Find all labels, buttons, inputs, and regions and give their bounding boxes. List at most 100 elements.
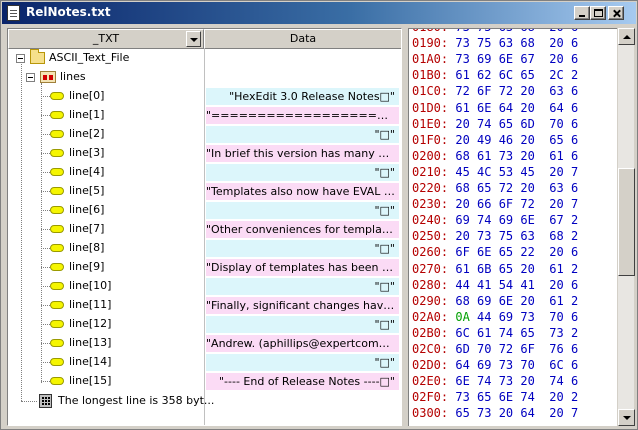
tree-row-line[interactable]: line[4] "□" (8, 163, 401, 182)
hex-row[interactable]: 0270: 61 6B 65 20 61 2 (412, 262, 578, 278)
hex-bytes[interactable]: 69 74 69 6E 67 2 (455, 213, 578, 227)
hex-bytes[interactable]: 61 6B 65 20 61 2 (455, 262, 578, 276)
tree-row-line[interactable]: line[6] "□" (8, 201, 401, 220)
hex-row[interactable]: 0230: 20 66 6F 72 20 7 (412, 197, 578, 213)
tree-row-footer[interactable]: The longest line is 358 byt... (8, 391, 401, 413)
tree-row-line[interactable]: line[11] "Finally, significant changes ha… (8, 296, 401, 315)
hex-bytes[interactable]: 20 66 6F 72 20 7 (455, 197, 578, 211)
collapse-icon[interactable] (16, 54, 25, 63)
tree-row-line[interactable]: line[0] "HexEdit 3.0 Release Notes□" (8, 87, 401, 106)
hex-bytes[interactable]: 73 69 6E 67 20 6 (455, 52, 578, 66)
tree-row-line[interactable]: line[8] "□" (8, 239, 401, 258)
tree-line-value[interactable]: "□" (206, 278, 399, 295)
hex-row[interactable]: 01B0: 61 62 6C 65 2C 2 (412, 68, 578, 84)
hex-row[interactable]: 0280: 44 41 54 41 20 6 (412, 278, 578, 294)
hex-row[interactable]: 01A0: 73 69 6E 67 20 6 (412, 52, 578, 68)
scrollbar-thumb[interactable] (618, 168, 635, 276)
hex-row[interactable]: 0250: 20 73 75 63 68 2 (412, 229, 578, 245)
tree-row-line[interactable]: line[1] "=============================... (8, 106, 401, 125)
hex-row[interactable]: 01E0: 20 74 65 6D 70 6 (412, 117, 578, 133)
hex-row[interactable]: 0180: 73 75 63 68 20 6 (412, 29, 578, 36)
hex-bytes[interactable]: 64 69 73 70 6C 6 (455, 358, 578, 372)
hex-bytes[interactable]: 68 69 6E 20 61 2 (455, 294, 578, 308)
tree-line-value[interactable]: "□" (206, 126, 399, 143)
vertical-scrollbar[interactable] (617, 28, 635, 426)
tree-row-line[interactable]: line[7] "Other conveniences for template … (8, 220, 401, 239)
tree-row-line[interactable]: line[12] "□" (8, 315, 401, 334)
hex-bytes[interactable]: 68 61 73 20 61 6 (455, 149, 578, 163)
tree-line-value[interactable]: "Andrew. (aphillips@expertcomsoft.... (206, 335, 399, 352)
hex-bytes[interactable]: 6D 70 72 6F 76 6 (455, 342, 578, 356)
hex-bytes[interactable]: 73 65 6E 74 20 2 (455, 390, 578, 404)
hex-bytes[interactable]: 73 75 63 68 20 6 (455, 29, 578, 34)
hex-bytes[interactable]: 0A 44 69 73 70 6 (455, 310, 578, 324)
hex-row[interactable]: 0240: 69 74 69 6E 67 2 (412, 213, 578, 229)
hex-bytes[interactable]: 6E 74 73 20 74 6 (455, 374, 578, 388)
hex-bytes[interactable]: 45 4C 53 45 20 7 (455, 165, 578, 179)
tree-line-value[interactable]: "□" (206, 316, 399, 333)
title-bar[interactable]: RelNotes.txt (2, 2, 636, 24)
hex-bytes[interactable]: 6F 6E 65 22 20 6 (455, 245, 578, 259)
tree-line-value[interactable]: "Other conveniences for template ed... (206, 221, 399, 238)
hex-row[interactable]: 0200: 68 61 73 20 61 6 (412, 149, 578, 165)
hex-row[interactable]: 01C0: 72 6F 72 20 63 6 (412, 84, 578, 100)
tree-line-value[interactable]: "□" (206, 240, 399, 257)
tree-row-line[interactable]: line[5] "Templates also now have EVAL ele… (8, 182, 401, 201)
close-button[interactable] (608, 6, 624, 20)
hex-row[interactable]: 02D0: 64 69 73 70 6C 6 (412, 358, 578, 374)
hex-row[interactable]: 02A0: 0A 44 69 73 70 6 (412, 310, 578, 326)
tree-row-line[interactable]: line[13] "Andrew. (aphillips@expertcomsof… (8, 334, 401, 353)
tree-line-value[interactable]: "HexEdit 3.0 Release Notes□" (206, 88, 399, 105)
tree-line-value[interactable]: "□" (206, 164, 399, 181)
tree-line-value[interactable]: "=============================... (206, 107, 399, 124)
hex-bytes[interactable]: 68 65 72 20 63 6 (455, 181, 578, 195)
template-dropdown-button[interactable] (186, 31, 201, 47)
hex-bytes[interactable]: 6C 61 74 65 73 2 (455, 326, 578, 340)
scroll-down-button[interactable] (618, 409, 635, 426)
tree-row-line[interactable]: line[2] "□" (8, 125, 401, 144)
tree-line-value[interactable]: "---- End of Release Notes ----□" (206, 373, 399, 390)
hex-row[interactable]: 0300: 65 73 20 64 20 7 (412, 406, 578, 422)
tree-row-line[interactable]: line[10] "□" (8, 277, 401, 296)
tree-line-value[interactable]: "Finally, significant changes have be... (206, 297, 399, 314)
minimize-button[interactable] (574, 6, 590, 20)
hex-bytes[interactable]: 65 73 20 64 20 7 (455, 406, 578, 420)
hex-bytes[interactable]: 20 49 46 20 65 6 (455, 133, 578, 147)
hex-row[interactable]: 0290: 68 69 6E 20 61 2 (412, 294, 578, 310)
hex-bytes[interactable]: 44 41 54 41 20 6 (455, 278, 578, 292)
hex-byte-highlight[interactable]: 0A (455, 310, 469, 324)
hex-bytes[interactable]: 72 6F 72 20 63 6 (455, 84, 578, 98)
tree-line-value[interactable]: "□" (206, 202, 399, 219)
hex-bytes[interactable]: 61 6E 64 20 64 6 (455, 101, 578, 115)
hex-row[interactable]: 02F0: 73 65 6E 74 20 2 (412, 390, 578, 406)
template-tree-pane[interactable]: _TXT Data ASCII_Text_File lines line[0] "… (7, 28, 402, 426)
tree-line-value[interactable]: "□" (206, 354, 399, 371)
hex-row[interactable]: 0190: 73 75 63 68 20 6 (412, 36, 578, 52)
scroll-up-button[interactable] (618, 28, 635, 45)
column-header-txt[interactable]: _TXT (8, 29, 204, 49)
column-header-data[interactable]: Data (204, 29, 401, 49)
tree-row-root[interactable]: ASCII_Text_File (8, 49, 401, 68)
tree-row-line[interactable]: line[15] "---- End of Release Notes ----□… (8, 372, 401, 391)
tree-line-value[interactable]: "Display of templates has been impro... (206, 259, 399, 276)
tree-line-value[interactable]: "In brief this version has many new f... (206, 145, 399, 162)
tree-row-line[interactable]: line[14] "□" (8, 353, 401, 372)
hex-row[interactable]: 02E0: 6E 74 73 20 74 6 (412, 374, 578, 390)
hex-bytes[interactable]: 73 75 63 68 20 6 (455, 36, 578, 50)
hex-row[interactable]: 0210: 45 4C 53 45 20 7 (412, 165, 578, 181)
hex-bytes[interactable]: 61 62 6C 65 2C 2 (455, 68, 578, 82)
hex-bytes[interactable]: 20 73 75 63 68 2 (455, 229, 578, 243)
tree-row-line[interactable]: line[9] "Display of templates has been im… (8, 258, 401, 277)
hex-row[interactable]: 0260: 6F 6E 65 22 20 6 (412, 245, 578, 261)
hex-row[interactable]: 02B0: 6C 61 74 65 73 2 (412, 326, 578, 342)
hex-row[interactable]: 01F0: 20 49 46 20 65 6 (412, 133, 578, 149)
hex-row[interactable]: 02C0: 6D 70 72 6F 76 6 (412, 342, 578, 358)
hex-bytes[interactable]: 20 74 65 6D 70 6 (455, 117, 578, 131)
tree-row-lines[interactable]: lines (8, 68, 401, 87)
hex-row[interactable]: 01D0: 61 6E 64 20 64 6 (412, 101, 578, 117)
tree-row-line[interactable]: line[3] "In brief this version has many n… (8, 144, 401, 163)
hex-row[interactable]: 0220: 68 65 72 20 63 6 (412, 181, 578, 197)
hex-view[interactable]: 0180: 73 75 63 68 20 60190: 73 75 63 68 … (408, 28, 617, 426)
collapse-icon[interactable] (26, 73, 35, 82)
tree-line-value[interactable]: "Templates also now have EVAL elem... (206, 183, 399, 200)
